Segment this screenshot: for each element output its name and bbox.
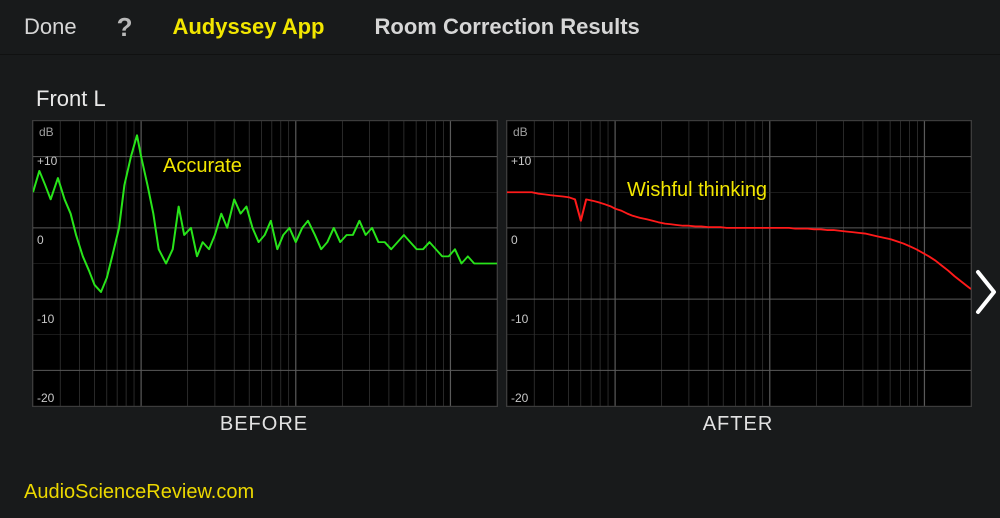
annotation-before: Accurate bbox=[163, 155, 242, 178]
chart-col-before: dB Accurate 1001k10k Hz+100-10-20 BEFORE bbox=[32, 120, 496, 436]
axis-y-tick: 0 bbox=[37, 233, 44, 247]
page-root: Done ? Audyssey App Room Correction Resu… bbox=[0, 0, 1000, 518]
chart-col-after: dB Wishful thinking 1001k10k Hz+100-10-2… bbox=[506, 120, 970, 436]
axis-y-tick: 0 bbox=[511, 233, 518, 247]
chart-caption-after: AFTER bbox=[506, 413, 970, 436]
channel-label: Front L bbox=[36, 86, 106, 112]
app-name: Audyssey App bbox=[172, 14, 324, 40]
chart-caption-before: BEFORE bbox=[32, 413, 496, 436]
chart-after: dB Wishful thinking 1001k10k Hz+100-10-2… bbox=[506, 120, 972, 407]
chevron-right-icon bbox=[974, 268, 1000, 316]
help-icon[interactable]: ? bbox=[117, 12, 133, 43]
chart-before: dB Accurate 1001k10k Hz+100-10-20 bbox=[32, 120, 498, 407]
axis-y-tick: -10 bbox=[511, 312, 528, 326]
done-button[interactable]: Done bbox=[24, 14, 77, 40]
next-button[interactable] bbox=[974, 268, 1000, 316]
axis-y-tick: -20 bbox=[37, 391, 54, 405]
axis-y-tick: -10 bbox=[37, 312, 54, 326]
attribution-label: AudioScienceReview.com bbox=[24, 481, 254, 504]
axis-y-tick: +10 bbox=[511, 154, 531, 168]
axis-y-tick: -20 bbox=[511, 391, 528, 405]
axis-y-label: dB bbox=[513, 125, 528, 139]
axis-y-label: dB bbox=[39, 125, 54, 139]
charts-row: dB Accurate 1001k10k Hz+100-10-20 BEFORE… bbox=[32, 120, 970, 436]
header-bar: Done ? Audyssey App Room Correction Resu… bbox=[0, 0, 1000, 55]
axis-y-tick: +10 bbox=[37, 154, 57, 168]
screen-title: Room Correction Results bbox=[375, 14, 640, 40]
annotation-after: Wishful thinking bbox=[627, 179, 767, 202]
